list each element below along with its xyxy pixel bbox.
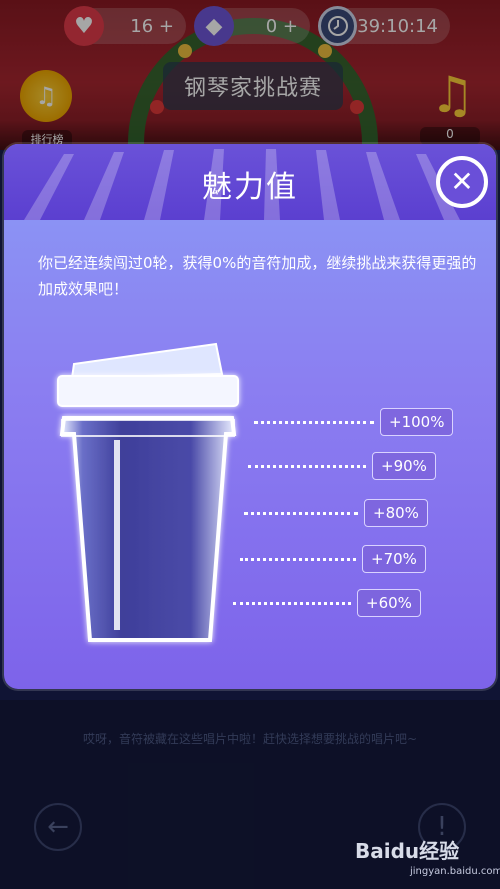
modal-title: 魅力值 [202,170,298,205]
level-row: +70% [240,544,426,574]
dotted-line [240,557,356,561]
level-badge: +100% [380,408,454,436]
close-icon: ✕ [450,165,474,198]
baidu-watermark: Baidu经验 [355,839,460,863]
dotted-line [254,420,374,424]
charm-description: 你已经连续闯过0轮，获得0%的音符加成，继续挑战来获得更强的加成效果吧！ [38,254,477,298]
close-button[interactable]: ✕ [436,156,488,208]
modal-header: 魅力值 [4,144,496,220]
level-row: +60% [233,588,421,618]
charm-modal: 魅力值 ✕ 你已经连续闯过0轮，获得0%的音符加成，继续挑战来获得更强的加成效果… [4,144,496,689]
level-badge: +80% [364,499,428,527]
level-row: +80% [244,498,428,528]
level-badge: +70% [362,545,426,573]
dotted-line [248,464,366,468]
cup-icon [57,342,239,642]
level-row: +90% [248,451,436,481]
baidu-watermark-url: jingyan.baidu.com [410,866,500,877]
dotted-line [244,511,358,515]
level-badge: +60% [357,589,421,617]
level-badge: +90% [372,452,436,480]
dotted-line [233,601,351,605]
level-row: +100% [254,407,454,437]
